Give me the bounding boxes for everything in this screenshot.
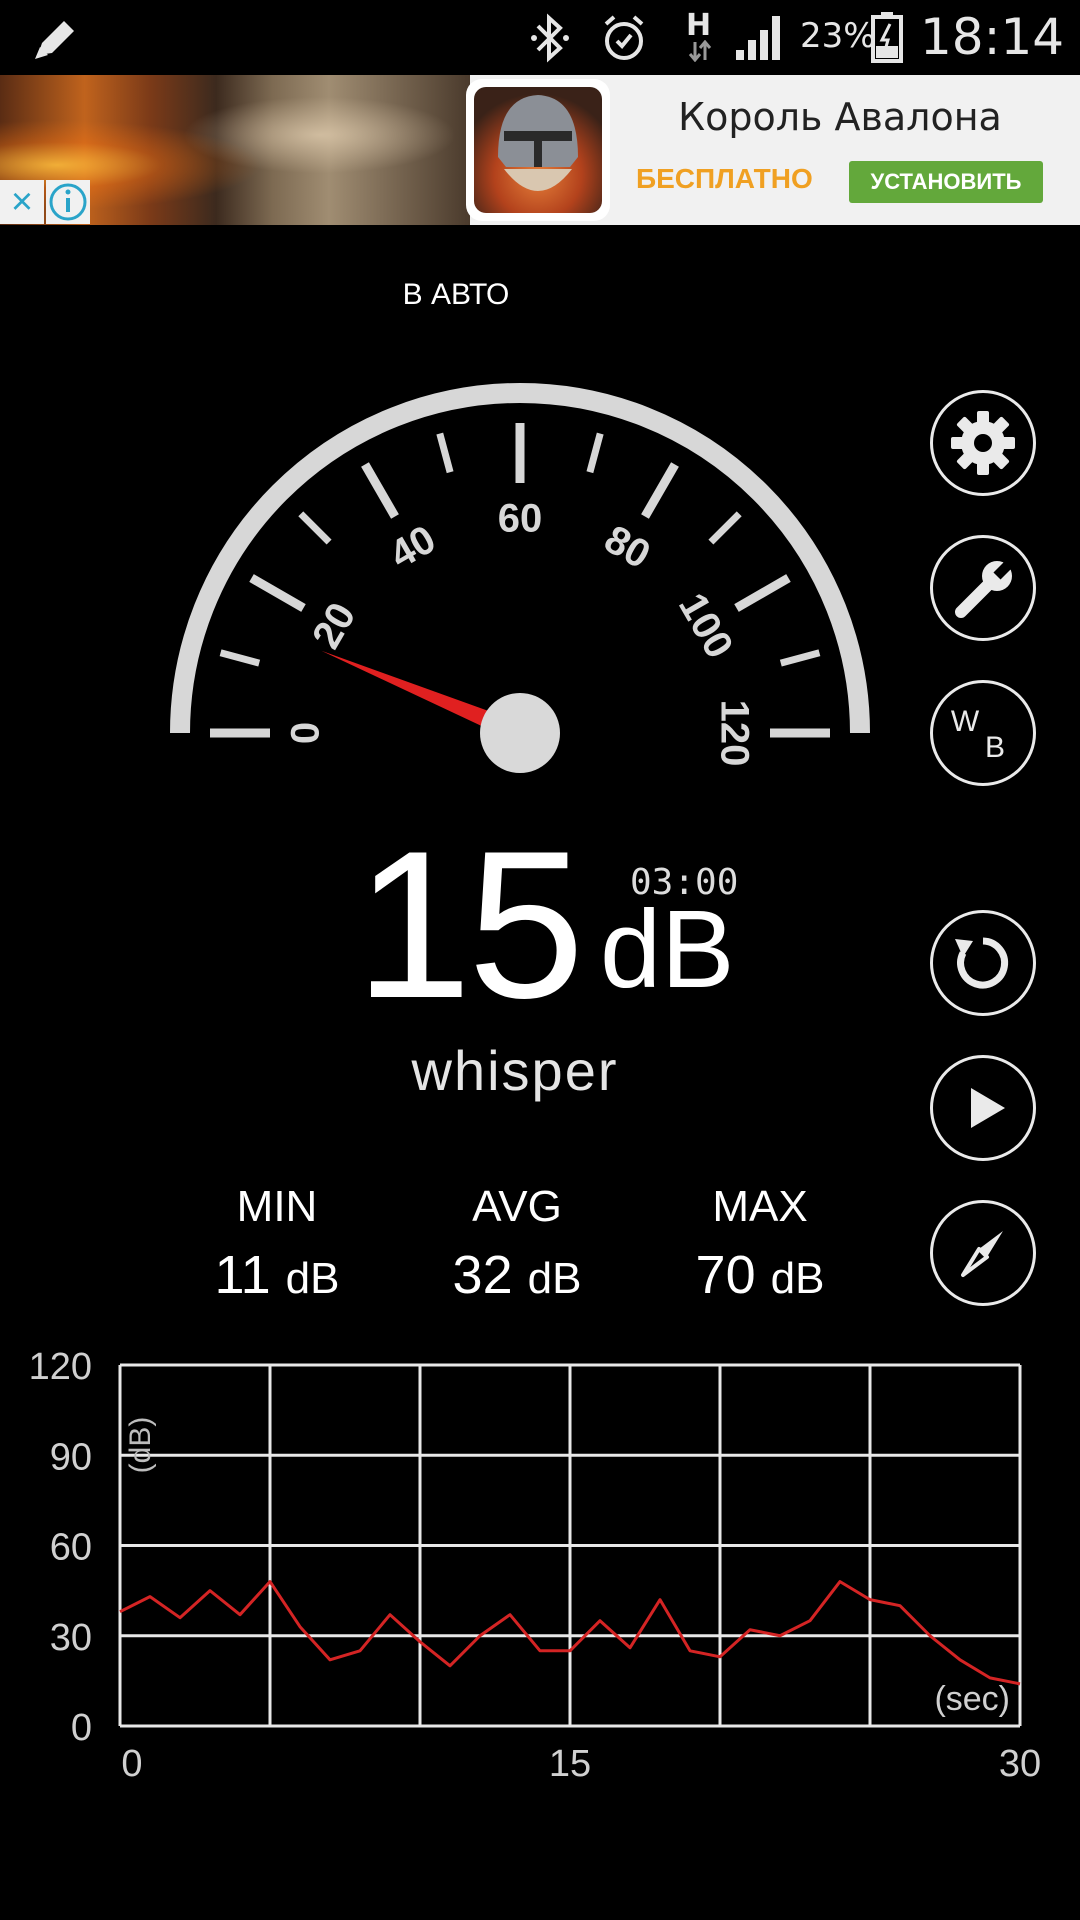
chart-x-tick: 0 [121, 1743, 142, 1785]
compass-icon [961, 1231, 1003, 1277]
chart-y-tick: 90 [50, 1436, 92, 1478]
chart-y-label: (dB) [124, 1417, 157, 1474]
gauge-tick [436, 432, 454, 474]
timer: 03:00 [630, 862, 739, 903]
stat-min-value-row: 11 dB [157, 1244, 397, 1306]
stat-min-value: 11 [214, 1245, 271, 1305]
chart-x-tick: 15 [549, 1743, 591, 1785]
network-type: H [686, 8, 712, 43]
wrench-icon [955, 556, 1017, 618]
gauge-tick-label: 80 [597, 517, 658, 577]
ad-close-button[interactable]: × [0, 180, 44, 224]
chart-y-tick: 120 [29, 1346, 92, 1388]
gauge-tick-label: 20 [304, 596, 364, 657]
edit-icon [35, 21, 74, 59]
stat-avg-value: 32 [452, 1245, 513, 1305]
tools-button[interactable] [930, 535, 1036, 641]
battery-percent: 23% [800, 16, 876, 56]
stat-min: MIN 11 dB [157, 1182, 397, 1306]
gauge-tick [361, 462, 399, 519]
gauge-tick [734, 574, 791, 612]
status-bar: H 23% 18:14 [0, 0, 1080, 75]
stat-avg-label: AVG [472, 1182, 562, 1231]
gauge-tick [219, 649, 261, 667]
knight-helmet-icon [498, 95, 578, 191]
wb-w: W [951, 705, 980, 738]
stat-max-value-row: 70 dB [640, 1244, 880, 1306]
gauge-tick [249, 574, 306, 612]
current-level-value: 15 [355, 807, 585, 1042]
reset-icon [955, 937, 1009, 989]
wb-b: B [985, 731, 1005, 764]
settings-button[interactable] [930, 390, 1036, 496]
stat-max-value: 70 [695, 1245, 756, 1305]
ad-banner[interactable]: × Король Авалона БЕСПЛАТНО УСТАНОВИТЬ [0, 75, 1080, 225]
ad-app-icon[interactable] [466, 79, 610, 221]
gear-icon [951, 411, 1015, 475]
level-history-chart: 120 90 60 30 00 15 30 (dB) (sec) [29, 1346, 1042, 1785]
gauge-tick [298, 511, 332, 545]
gauge-tick-label: 100 [670, 586, 741, 666]
compass-button[interactable] [930, 1200, 1036, 1306]
reset-button[interactable] [930, 910, 1036, 1016]
gauge-tick [779, 649, 821, 667]
white-balance-icon: W B [951, 705, 1005, 764]
chart-y-tick: 0 [71, 1707, 92, 1749]
battery-icon [871, 12, 903, 63]
stat-max: MAX 70 dB [640, 1182, 880, 1306]
mode-label[interactable]: В АВТО [0, 278, 912, 312]
stat-max-unit: dB [770, 1254, 825, 1303]
ad-price-label: БЕСПЛАТНО [636, 163, 813, 194]
gauge-tick-label: 120 [712, 700, 756, 767]
bluetooth-icon [531, 13, 569, 63]
stat-avg-value-row: 32 dB [397, 1244, 637, 1306]
gauge-tick-label: 0 [284, 722, 328, 744]
ad-info-button[interactable] [46, 180, 90, 224]
gauge-tick [586, 432, 604, 474]
chart-x-label: (sec) [934, 1680, 1010, 1718]
stat-min-unit: dB [285, 1254, 340, 1303]
gauge-tick-label: 60 [498, 497, 543, 541]
ad-install-button[interactable]: УСТАНОВИТЬ [849, 161, 1043, 203]
current-level-unit: dB [600, 888, 735, 1011]
clock: 18:14 [920, 8, 1065, 66]
chart-y-tick: 30 [50, 1617, 92, 1659]
stat-max-label: MAX [712, 1182, 808, 1231]
alarm-icon [604, 15, 644, 60]
stat-avg: AVG 32 dB [397, 1182, 637, 1306]
ad-title[interactable]: Король Авалона [600, 95, 1080, 139]
sound-gauge: 0 20 40 60 80100 120 [170, 383, 870, 773]
gauge-tick [708, 511, 742, 545]
stat-min-label: MIN [236, 1182, 318, 1231]
signal-icon [736, 16, 780, 60]
chart-x-tick: 30 [999, 1743, 1041, 1785]
stat-avg-unit: dB [527, 1254, 582, 1303]
level-description: whisper [411, 1039, 619, 1102]
data-arrows-icon [688, 40, 712, 62]
gauge-tick-label: 40 [383, 517, 444, 577]
gauge-hub [480, 693, 560, 773]
gauge-tick [641, 462, 679, 519]
white-balance-button[interactable]: W B [930, 680, 1036, 786]
info-icon [49, 183, 87, 221]
chart-y-tick: 60 [50, 1527, 92, 1569]
